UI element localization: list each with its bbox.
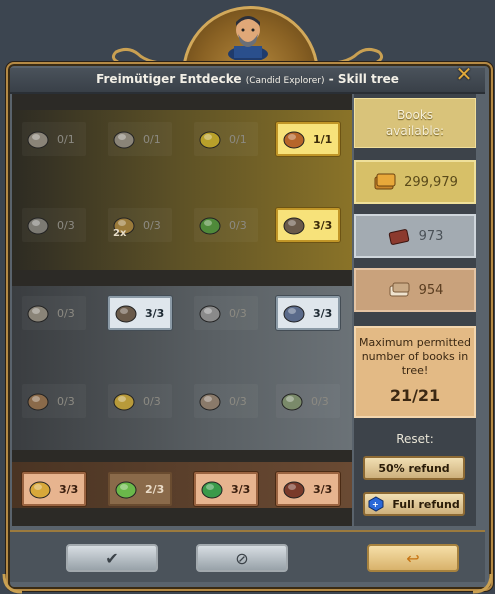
books-label-line2: available: — [385, 124, 445, 138]
gem-icon: + — [368, 496, 384, 512]
title-main: Freimütiger Entdecke — [96, 72, 242, 86]
title-suffix: - Skill tree — [328, 72, 399, 86]
stopwatch-icon — [27, 477, 53, 501]
skill-cell[interactable]: 3/3 — [276, 472, 340, 506]
skill-level: 0/1 — [229, 132, 247, 146]
skill-level: 0/3 — [229, 218, 247, 232]
double-chest-icon: 2x — [111, 213, 137, 239]
books-sidebar: Books available: 299,979 973 954 Maximum… — [354, 94, 476, 526]
gold-books-count: 299,979 — [354, 160, 476, 204]
reset-label: Reset: — [396, 432, 434, 446]
skill-level: 0/3 — [143, 394, 161, 408]
coin-pile-icon — [281, 127, 307, 151]
full-refund-button[interactable]: + Full refund — [363, 492, 465, 516]
gold-books-value: 299,979 — [404, 174, 458, 190]
skill-level: 1/1 — [313, 132, 333, 146]
skill-cell[interactable]: 0/3 — [194, 296, 258, 330]
skill-cell[interactable]: 1/1 — [276, 122, 340, 156]
silver-books-value: 973 — [418, 228, 444, 244]
skill-level: 3/3 — [231, 482, 251, 496]
skill-cell[interactable]: 0/1 — [194, 122, 258, 156]
undo-button[interactable]: ↩ — [367, 544, 459, 572]
gold-coin-icon — [197, 127, 223, 151]
skill-cell[interactable]: 3/3 — [22, 472, 86, 506]
explorer-avatar — [228, 16, 268, 60]
donkey-icon — [281, 301, 307, 325]
skill-level: 3/3 — [59, 482, 79, 496]
confirm-button[interactable]: ✔ — [66, 544, 158, 572]
skill-level: 0/1 — [143, 132, 161, 146]
skill-level: 3/3 — [313, 306, 333, 320]
ore-icon — [25, 213, 51, 237]
corner-ornament-bl — [2, 573, 23, 594]
skill-level: 3/3 — [145, 306, 165, 320]
full-refund-label: Full refund — [392, 497, 460, 511]
skill-level: 3/3 — [313, 218, 333, 232]
skill-level: 0/3 — [57, 306, 75, 320]
refund-50-button[interactable]: 50% refund — [363, 456, 465, 480]
skill-cell[interactable]: 0/1 — [22, 122, 86, 156]
max-books-box: Maximum permitted number of books in tre… — [354, 326, 476, 418]
bronze-books-count: 954 — [354, 268, 476, 312]
silver-book-icon — [388, 229, 409, 245]
arrows-icon — [197, 301, 223, 325]
bronze-book-icon — [389, 282, 410, 297]
double-badge: 2x — [113, 228, 127, 239]
skill-level: 0/3 — [57, 218, 75, 232]
skill-level: 0/3 — [143, 218, 161, 232]
books-available-label: Books available: — [354, 98, 476, 148]
egg-icon — [279, 389, 305, 413]
skill-cell[interactable]: 0/3 — [22, 296, 86, 330]
checkmark-icon: ✔ — [105, 548, 119, 568]
cart-icon — [25, 127, 51, 151]
skill-level: 0/1 — [57, 132, 75, 146]
skill-level: 0/3 — [311, 394, 329, 408]
skill-cell[interactable]: 2/3 — [108, 472, 172, 506]
title-sub: (Candid Explorer) — [245, 76, 325, 86]
silver-books-count: 973 — [354, 214, 476, 258]
skill-cell[interactable]: 3/3 — [108, 296, 172, 330]
window-title: Freimütiger Entdecke (Candid Explorer) -… — [10, 68, 485, 94]
refund-50-label: 50% refund — [378, 461, 450, 475]
skill-cell[interactable]: 0/3 — [22, 384, 86, 418]
skill-cell[interactable]: 3/3 — [194, 472, 258, 506]
emerald-icon — [199, 477, 225, 501]
corner-ornament-br — [472, 573, 493, 594]
max-books-text: Maximum permitted number of books in tre… — [359, 336, 471, 377]
boots-icon — [281, 477, 307, 501]
shovel-icon — [113, 301, 139, 325]
question-mark-icon — [111, 389, 137, 413]
max-books-value: 21/21 — [389, 386, 441, 405]
prohibited-icon: ⊘ — [235, 548, 249, 568]
green-crystals-icon — [113, 477, 139, 501]
compass-icon — [197, 389, 223, 413]
skill-cell[interactable]: 3/3 — [276, 296, 340, 330]
bronze-books-value: 954 — [418, 282, 444, 298]
skill-level: 0/3 — [229, 394, 247, 408]
skill-cell[interactable]: 0/3 — [22, 208, 86, 242]
skill-cell[interactable]: 0/3 — [276, 384, 340, 418]
skill-cell[interactable]: 2x 0/3 — [108, 208, 172, 242]
binoculars-icon — [281, 213, 307, 237]
cancel-button[interactable]: ⊘ — [196, 544, 288, 572]
skill-cell[interactable]: 3/3 — [276, 208, 340, 242]
wagon-icon — [25, 301, 51, 325]
undo-arrow-icon: ↩ — [406, 548, 420, 568]
gold-book-icon — [374, 173, 396, 190]
logs-icon — [25, 389, 51, 413]
green-gem-icon — [197, 213, 223, 237]
books-label-line1: Books — [396, 108, 434, 122]
skill-level: 0/3 — [229, 306, 247, 320]
skill-cell[interactable]: 0/3 — [108, 384, 172, 418]
close-icon[interactable]: ✕ — [455, 64, 473, 84]
skill-cell[interactable]: 0/1 — [108, 122, 172, 156]
skill-level: 0/3 — [57, 394, 75, 408]
skill-cell[interactable]: 0/3 — [194, 208, 258, 242]
skill-level: 2/3 — [145, 482, 165, 496]
svg-text:+: + — [372, 500, 379, 509]
skill-level: 3/3 — [313, 482, 333, 496]
skill-cell[interactable]: 0/3 — [194, 384, 258, 418]
skill-tree-panel: 0/1 0/1 0/1 1/1 0/3 2x 0/3 0/3 3/3 0/3 3/3 0/3 3/3 0/… — [12, 94, 352, 526]
crate-icon — [111, 127, 137, 151]
